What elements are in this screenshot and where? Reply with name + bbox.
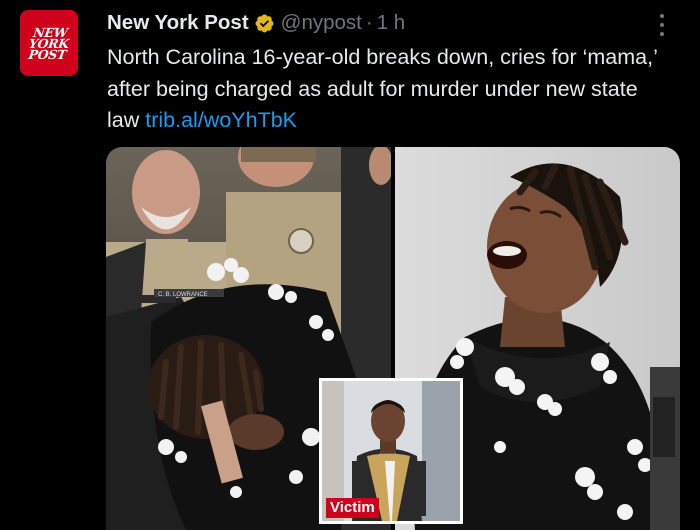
timestamp[interactable]: 1 h <box>377 11 406 35</box>
verified-badge-icon <box>255 14 274 32</box>
media-grid[interactable]: C. B. LOWRANCE Victim <box>106 147 680 530</box>
avatar[interactable]: NEW YORK POST <box>20 10 78 76</box>
separator-dot: · <box>365 11 373 34</box>
tweet-text: North Carolina 16-year-old breaks down, … <box>107 42 667 137</box>
more-options-icon[interactable] <box>652 12 672 38</box>
victim-photo-inset[interactable]: Victim <box>319 378 463 524</box>
tweet-link[interactable]: trib.al/woYhTbK <box>145 108 297 132</box>
tweet-header: New York Post @nypost · 1 h <box>107 8 405 38</box>
logo-line-3: POST <box>27 46 68 62</box>
nypost-logo: NEW YORK POST <box>27 25 72 62</box>
tweet[interactable]: NEW YORK POST New York Post @nypost · 1 … <box>0 0 700 530</box>
handle[interactable]: @nypost <box>281 11 362 35</box>
officer-name-badge: C. B. LOWRANCE <box>158 292 208 298</box>
victim-label: Victim <box>326 498 379 518</box>
display-name[interactable]: New York Post <box>107 11 249 35</box>
